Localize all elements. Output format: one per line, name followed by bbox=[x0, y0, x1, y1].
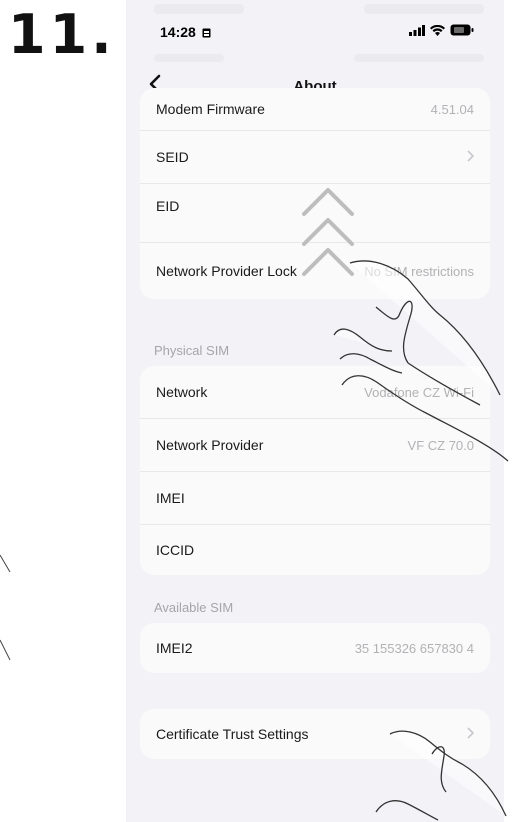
row-value: 35 155326 657830 4 bbox=[354, 640, 474, 656]
battery-icon bbox=[450, 24, 474, 36]
certificate-card: Certificate Trust Settings bbox=[140, 709, 490, 759]
tutorial-stage: 11. 14:28 About Modem Firmware 4.51.04 S… bbox=[0, 0, 513, 822]
row-label: Modem Firmware bbox=[156, 101, 265, 117]
about-info-card: Modem Firmware 4.51.04 SEID EID Network … bbox=[140, 88, 490, 299]
status-time: 14:28 bbox=[160, 24, 211, 40]
row-network-provider: Network Provider VF CZ 70.0 bbox=[140, 419, 490, 472]
row-certificate-trust-settings[interactable]: Certificate Trust Settings bbox=[140, 709, 490, 759]
row-iccid: ICCID bbox=[140, 525, 490, 575]
row-imei2: IMEI2 35 155326 657830 4 bbox=[140, 623, 490, 673]
cellular-signal-icon bbox=[409, 24, 425, 36]
row-imei: IMEI bbox=[140, 472, 490, 525]
row-value: VF CZ 70.0 bbox=[407, 437, 474, 453]
row-label: Certificate Trust Settings bbox=[156, 726, 309, 742]
section-header-available-sim: Available SIM bbox=[154, 600, 234, 615]
row-modem-firmware: Modem Firmware 4.51.04 bbox=[140, 88, 490, 131]
row-label: IMEI bbox=[156, 490, 185, 506]
row-label: Network Provider Lock bbox=[156, 263, 297, 279]
section-header-physical-sim: Physical SIM bbox=[154, 343, 230, 358]
wifi-icon bbox=[430, 24, 445, 36]
row-label: Network Provider bbox=[156, 437, 264, 453]
phone-screen: 14:28 About Modem Firmware 4.51.04 SEID … bbox=[126, 0, 504, 822]
row-network-provider-lock: Network Provider Lock No SIM restriction… bbox=[140, 243, 490, 299]
physical-sim-card: Network Vodafone CZ Wi-Fi Network Provid… bbox=[140, 366, 490, 575]
step-number: 11. bbox=[8, 3, 116, 66]
row-value: No SIM restrictions bbox=[364, 263, 474, 279]
row-label: ICCID bbox=[156, 542, 195, 558]
chevron-right-icon bbox=[467, 726, 475, 742]
left-panel-decoration bbox=[0, 554, 11, 661]
chevron-right-icon bbox=[467, 149, 475, 165]
row-label: IMEI2 bbox=[156, 640, 193, 656]
row-eid[interactable]: EID bbox=[140, 184, 490, 243]
row-value: 4.51.04 bbox=[430, 101, 474, 117]
available-sim-card: IMEI2 35 155326 657830 4 bbox=[140, 623, 490, 673]
row-label: EID bbox=[156, 198, 180, 214]
row-label: SEID bbox=[156, 149, 189, 165]
status-time-text: 14:28 bbox=[160, 24, 196, 40]
calendar-icon bbox=[202, 28, 211, 38]
row-network: Network Vodafone CZ Wi-Fi bbox=[140, 366, 490, 419]
row-seid[interactable]: SEID bbox=[140, 131, 490, 184]
status-icons bbox=[409, 24, 474, 36]
status-bar: 14:28 bbox=[126, 20, 504, 44]
row-value: Vodafone CZ Wi-Fi bbox=[364, 384, 474, 400]
row-label: Network bbox=[156, 384, 208, 400]
